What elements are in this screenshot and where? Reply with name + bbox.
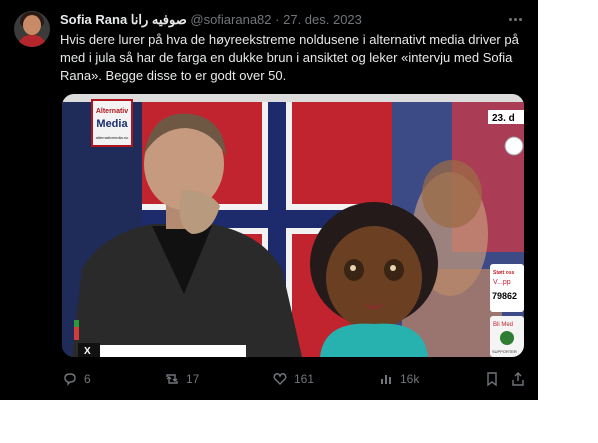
share-icon [510,371,526,387]
date-badge: 23. d [492,113,515,124]
tweet-header: Sofia Rana صوفيه رانا @sofiarana82 · 27.… [60,12,362,28]
avatar[interactable] [14,11,50,47]
views-button[interactable]: 16k [378,371,419,387]
views-icon [378,371,394,387]
side-number: 79862 [492,291,517,301]
views-count: 16k [400,372,420,386]
repost-button[interactable]: 17 [164,371,199,387]
repost-count: 17 [186,372,200,386]
side-line4: SUPPORTER [492,349,517,354]
reply-button[interactable]: 6 [62,371,91,387]
side-line1: Støtt oss [493,270,515,276]
reply-count: 6 [84,372,91,386]
corner-text: X [84,346,91,357]
avatar-body [18,35,46,47]
side-line2: V...pp [493,279,511,286]
display-name[interactable]: Sofia Rana صوفيه رانا [60,12,187,27]
tweet-card[interactable]: Sofia Rana صوفيه رانا @sofiarana82 · 27.… [0,0,538,400]
more-options-icon[interactable] [508,12,524,26]
side-line3: Bli Med [493,322,513,328]
tweet-actions: 6 17 161 16k [60,371,530,391]
handle[interactable]: @sofiarana82 [190,12,271,27]
separator: · [275,12,280,27]
bookmark-button[interactable] [484,371,500,387]
bookmark-icon [484,371,500,387]
share-button[interactable] [510,371,526,387]
sign-line1: Alternativ [96,108,128,115]
post-date[interactable]: 27. des. 2023 [283,12,362,27]
tweet-text: Hvis dere lurer på hva de høyreekstreme … [60,32,519,83]
avatar-face [23,15,41,35]
like-count: 161 [294,372,315,386]
repost-icon [164,371,180,387]
sign-line2: Media [96,118,128,130]
media-photo: Alternativ Media alternativmedia.no 23. … [62,94,524,357]
sign-line3: alternativmedia.no [96,135,129,140]
reply-icon [62,371,78,387]
like-button[interactable]: 161 [272,371,314,387]
heart-icon [272,371,288,387]
tweet-media-image[interactable]: Alternativ Media alternativmedia.no 23. … [62,94,524,357]
